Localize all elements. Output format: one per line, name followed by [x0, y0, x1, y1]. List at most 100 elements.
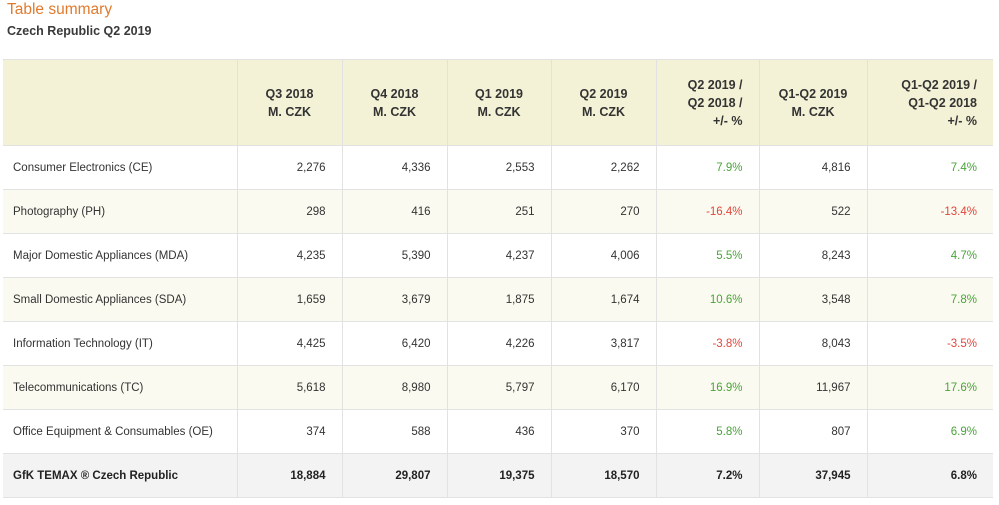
header-h1-2019: Q1-Q2 2019 M. CZK — [759, 59, 868, 146]
header-line: Q1-Q2 2019 / — [901, 77, 977, 92]
header-q1-2019: Q1 2019 M. CZK — [447, 59, 552, 146]
cell-q3-2018: 2,276 — [237, 145, 343, 190]
table-total-row: GfK TEMAX ® Czech Republic 18,884 29,807… — [3, 453, 993, 498]
cell-q1-2019: 2,553 — [447, 145, 552, 190]
cell-q3-2018: 4,425 — [237, 321, 343, 366]
cell-h1-2019: 522 — [759, 189, 868, 234]
cell-q2-change: 10.6% — [656, 277, 760, 322]
row-label: Telecommunications (TC) — [3, 365, 238, 410]
header-h1-change: Q1-Q2 2019 / Q1-Q2 2018 +/- % — [867, 59, 993, 146]
table-row: Small Domestic Appliances (SDA) 1,659 3,… — [3, 277, 993, 322]
cell-q4-2018: 4,336 — [342, 145, 448, 190]
cell-q2-change: -16.4% — [656, 189, 760, 234]
header-line: +/- % — [947, 113, 977, 128]
cell-q2-2019: 270 — [551, 189, 657, 234]
header-q2-change: Q2 2019 / Q2 2018 / +/- % — [656, 59, 760, 146]
cell-q1-2019: 5,797 — [447, 365, 552, 410]
row-label: Photography (PH) — [3, 189, 238, 234]
header-line: M. CZK — [791, 104, 835, 119]
cell-q1-2019: 19,375 — [447, 453, 552, 498]
table-body: Consumer Electronics (CE) 2,276 4,336 2,… — [3, 145, 993, 498]
table-row: Major Domestic Appliances (MDA) 4,235 5,… — [3, 233, 993, 278]
header-line: M. CZK — [581, 104, 626, 119]
row-label: Office Equipment & Consumables (OE) — [3, 409, 238, 454]
header-q4-2018: Q4 2018 M. CZK — [342, 59, 448, 146]
table-row: Telecommunications (TC) 5,618 8,980 5,79… — [3, 365, 993, 410]
cell-q4-2018: 29,807 — [342, 453, 448, 498]
cell-h1-change: -13.4% — [867, 189, 993, 234]
page-title: Table summary — [7, 1, 113, 18]
cell-q1-2019: 1,875 — [447, 277, 552, 322]
row-label: Consumer Electronics (CE) — [3, 145, 238, 190]
cell-q3-2018: 298 — [237, 189, 343, 234]
cell-q2-2019: 2,262 — [551, 145, 657, 190]
cell-q3-2018: 374 — [237, 409, 343, 454]
cell-h1-2019: 807 — [759, 409, 868, 454]
cell-q2-change: 7.9% — [656, 145, 760, 190]
cell-q2-2019: 3,817 — [551, 321, 657, 366]
cell-q2-change: 16.9% — [656, 365, 760, 410]
cell-h1-2019: 8,043 — [759, 321, 868, 366]
cell-q3-2018: 18,884 — [237, 453, 343, 498]
cell-q4-2018: 588 — [342, 409, 448, 454]
table-header: Q3 2018 M. CZK Q4 2018 M. CZK Q1 2019 M.… — [3, 59, 993, 146]
cell-h1-change: 6.9% — [867, 409, 993, 454]
header-q3-2018: Q3 2018 M. CZK — [237, 59, 343, 146]
header-line: Q1-Q2 2018 — [908, 95, 977, 110]
cell-q4-2018: 6,420 — [342, 321, 448, 366]
header-line: Q3 2018 — [265, 86, 314, 101]
header-line: Q1 2019 — [475, 86, 523, 101]
cell-q1-2019: 4,226 — [447, 321, 552, 366]
summary-table: Q3 2018 M. CZK Q4 2018 M. CZK Q1 2019 M.… — [3, 59, 993, 498]
cell-h1-2019: 3,548 — [759, 277, 868, 322]
table-row: Information Technology (IT) 4,425 6,420 … — [3, 321, 993, 366]
page: Table summary Czech Republic Q2 2019 Q3 … — [0, 0, 999, 505]
cell-q4-2018: 3,679 — [342, 277, 448, 322]
table-row: Consumer Electronics (CE) 2,276 4,336 2,… — [3, 145, 993, 190]
cell-q3-2018: 5,618 — [237, 365, 343, 410]
header-line: Q2 2018 / — [687, 95, 743, 110]
header-line: Q1-Q2 2019 — [778, 86, 848, 101]
row-label: GfK TEMAX ® Czech Republic — [3, 453, 238, 498]
header-q2-2019: Q2 2019 M. CZK — [551, 59, 657, 146]
cell-q1-2019: 251 — [447, 189, 552, 234]
cell-q4-2018: 416 — [342, 189, 448, 234]
cell-q4-2018: 5,390 — [342, 233, 448, 278]
cell-h1-change: 17.6% — [867, 365, 993, 410]
cell-q4-2018: 8,980 — [342, 365, 448, 410]
cell-q2-2019: 1,674 — [551, 277, 657, 322]
cell-q2-2019: 370 — [551, 409, 657, 454]
cell-q2-2019: 4,006 — [551, 233, 657, 278]
row-label: Small Domestic Appliances (SDA) — [3, 277, 238, 322]
cell-h1-2019: 37,945 — [759, 453, 868, 498]
cell-q1-2019: 436 — [447, 409, 552, 454]
cell-h1-2019: 11,967 — [759, 365, 868, 410]
cell-q2-2019: 6,170 — [551, 365, 657, 410]
cell-q1-2019: 4,237 — [447, 233, 552, 278]
cell-q3-2018: 1,659 — [237, 277, 343, 322]
header-line: M. CZK — [267, 104, 312, 119]
cell-h1-change: 7.8% — [867, 277, 993, 322]
header-line: Q2 2019 — [579, 86, 628, 101]
cell-h1-change: 6.8% — [867, 453, 993, 498]
row-label: Information Technology (IT) — [3, 321, 238, 366]
cell-q2-change: 5.8% — [656, 409, 760, 454]
cell-h1-change: 7.4% — [867, 145, 993, 190]
cell-h1-change: 4.7% — [867, 233, 993, 278]
cell-h1-2019: 8,243 — [759, 233, 868, 278]
row-label: Major Domestic Appliances (MDA) — [3, 233, 238, 278]
header-line: M. CZK — [477, 104, 521, 119]
page-subtitle: Czech Republic Q2 2019 — [7, 24, 152, 38]
table-row: Office Equipment & Consumables (OE) 374 … — [3, 409, 993, 454]
header-line: +/- % — [712, 113, 743, 128]
header-line: Q4 2018 — [370, 86, 419, 101]
cell-q2-change: 7.2% — [656, 453, 760, 498]
cell-h1-2019: 4,816 — [759, 145, 868, 190]
table-row: Photography (PH) 298 416 251 270 -16.4% … — [3, 189, 993, 234]
cell-q2-change: 5.5% — [656, 233, 760, 278]
cell-q2-2019: 18,570 — [551, 453, 657, 498]
header-row: Q3 2018 M. CZK Q4 2018 M. CZK Q1 2019 M.… — [3, 59, 993, 146]
cell-q2-change: -3.8% — [656, 321, 760, 366]
header-line: Q2 2019 / — [687, 77, 743, 92]
header-category — [3, 59, 238, 146]
